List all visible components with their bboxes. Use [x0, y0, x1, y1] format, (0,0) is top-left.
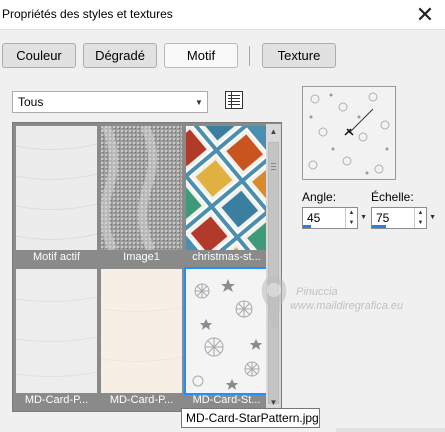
- increment-icon[interactable]: ▲: [415, 208, 426, 218]
- watermark-url: www.maildiregrafica.eu: [290, 300, 404, 312]
- angle-spinner[interactable]: 45 ▲ ▼ ▼: [302, 207, 367, 229]
- pattern-label: MD-Card-P...: [109, 394, 174, 406]
- pattern-thumbnail: [100, 124, 182, 252]
- close-icon[interactable]: ✕: [410, 2, 440, 28]
- angle-value: 45: [307, 211, 321, 225]
- watermark: Pinuccia www.maildiregrafica.eu: [248, 266, 445, 336]
- scale-level-bar: [372, 225, 386, 228]
- grip-line: [271, 169, 276, 170]
- category-dropdown[interactable]: Tous ▼: [12, 91, 208, 113]
- pattern-preview-image: [303, 87, 395, 179]
- pattern-thumb-md-card-p2[interactable]: [100, 269, 183, 393]
- chevron-down-icon: ▼: [195, 97, 203, 107]
- pattern-thumb-motif-actif[interactable]: [15, 126, 98, 250]
- tab-label: Motif: [186, 48, 216, 63]
- decrement-icon[interactable]: ▼: [415, 218, 426, 228]
- tab-divider: [249, 46, 250, 66]
- pattern-thumbnail: [15, 126, 98, 250]
- category-value: Tous: [18, 95, 44, 109]
- decrement-icon[interactable]: ▼: [346, 218, 357, 228]
- window-edge: [336, 428, 445, 432]
- pattern-label: Motif actif: [32, 251, 81, 263]
- slider-popout-icon[interactable]: ▼: [360, 214, 367, 221]
- title-bar: Propriétés des styles et textures ✕: [0, 0, 445, 30]
- slider-popout-icon[interactable]: ▼: [429, 214, 436, 221]
- pattern-thumbnail: [100, 269, 183, 393]
- window-title: Propriétés des styles et textures: [2, 7, 173, 21]
- browse-list-icon[interactable]: [225, 91, 243, 109]
- pattern-label: MD-Card-P...: [24, 394, 89, 406]
- grip-line: [271, 166, 276, 167]
- filename-tooltip: MD-Card-StarPattern.jpg: [181, 408, 320, 428]
- pattern-label: MD-Card-St...: [192, 394, 261, 406]
- pattern-gallery: Motif actif Image1 christmas-st... MD-Ca…: [12, 96, 296, 412]
- tab-motif[interactable]: Motif: [164, 43, 238, 68]
- watermark-name: Pinuccia: [296, 286, 338, 298]
- tab-label: Texture: [277, 48, 321, 63]
- pattern-label: christmas-st...: [192, 251, 261, 263]
- angle-label: Angle:: [302, 190, 337, 204]
- scale-stepper[interactable]: ▲ ▼: [414, 208, 426, 228]
- pattern-thumb-image1[interactable]: [100, 124, 182, 252]
- style-type-tabs: Couleur Dégradé Motif Texture: [0, 43, 445, 71]
- tab-label: Couleur: [16, 48, 62, 63]
- pattern-thumbnail: [15, 269, 98, 393]
- scale-spinner[interactable]: 75 ▲ ▼ ▼: [371, 207, 436, 229]
- pattern-thumb-md-card-p1[interactable]: [15, 269, 98, 393]
- pattern-preview[interactable]: [302, 86, 396, 180]
- tab-couleur[interactable]: Couleur: [2, 43, 76, 68]
- tab-texture[interactable]: Texture: [262, 43, 336, 68]
- grip-line: [271, 163, 276, 164]
- tab-label: Dégradé: [95, 48, 145, 63]
- tab-degrade[interactable]: Dégradé: [83, 43, 157, 68]
- scroll-up-icon[interactable]: ▲: [266, 124, 281, 139]
- angle-stepper[interactable]: ▲ ▼: [345, 208, 357, 228]
- pattern-thumb-christmas[interactable]: [132, 96, 296, 291]
- scale-value: 75: [376, 211, 390, 225]
- scale-label: Échelle:: [371, 190, 414, 204]
- angle-level-bar: [303, 225, 311, 228]
- pattern-label: Image1: [123, 251, 160, 263]
- pattern-thumbnail: [132, 96, 296, 291]
- increment-icon[interactable]: ▲: [346, 208, 357, 218]
- watermark-logo: [261, 276, 287, 328]
